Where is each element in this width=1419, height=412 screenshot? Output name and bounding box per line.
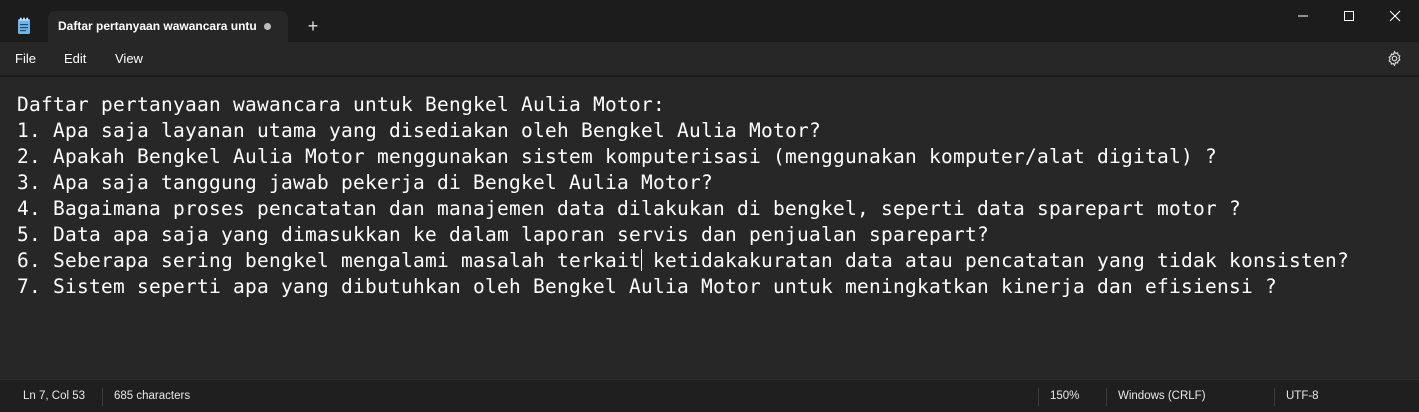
minimize-icon [1298,15,1308,17]
text-line[interactable]: 7. Sistem seperti apa yang dibutuhkan ol… [17,275,1277,298]
gear-icon[interactable] [1386,50,1403,67]
title-bar: Daftar pertanyaan wawancara untu + [0,0,1419,42]
text-line[interactable]: 1. Apa saja layanan utama yang disediaka… [17,119,821,142]
text-line[interactable]: 4. Bagaimana proses pencatatan dan manaj… [17,197,1241,220]
status-divider [1038,388,1039,406]
text-editor[interactable]: Daftar pertanyaan wawancara untuk Bengke… [0,76,1419,379]
notepad-icon [18,17,30,34]
text-line[interactable]: 2. Apakah Bengkel Aulia Motor menggunaka… [17,145,1217,168]
status-divider [1274,388,1275,406]
text-line[interactable]: 6. Seberapa sering bengkel mengalami mas… [17,249,1349,272]
zoom-level[interactable]: 150% [1050,390,1079,402]
tab-title: Daftar pertanyaan wawancara untu [58,19,257,33]
text-line[interactable]: 5. Data apa saja yang dimasukkan ke dala… [17,223,989,246]
text-line[interactable]: 3. Apa saja tanggung jawab pekerja di Be… [17,171,713,194]
unsaved-dot-icon[interactable] [264,23,271,30]
menu-bar: File Edit View [0,42,1419,75]
close-icon [1389,10,1401,22]
maximize-button[interactable] [1326,0,1372,32]
text-line[interactable]: Daftar pertanyaan wawancara untuk Bengke… [17,93,665,116]
encoding[interactable]: UTF-8 [1286,390,1319,402]
character-count: 685 characters [114,390,191,402]
tab-document[interactable]: Daftar pertanyaan wawancara untu [48,11,288,42]
cursor-position[interactable]: Ln 7, Col 53 [23,390,85,402]
close-button[interactable] [1372,0,1418,32]
minimize-button[interactable] [1280,0,1326,32]
status-divider [102,388,103,406]
menu-file[interactable]: File [15,51,36,66]
menu-view[interactable]: View [115,51,143,66]
status-divider [1106,388,1107,406]
maximize-icon [1344,11,1354,21]
status-bar: Ln 7, Col 53 685 characters 150% Windows… [0,379,1419,412]
menu-edit[interactable]: Edit [64,51,86,66]
line-ending[interactable]: Windows (CRLF) [1118,390,1206,402]
new-tab-button[interactable]: + [302,16,324,38]
text-caret [641,249,642,271]
